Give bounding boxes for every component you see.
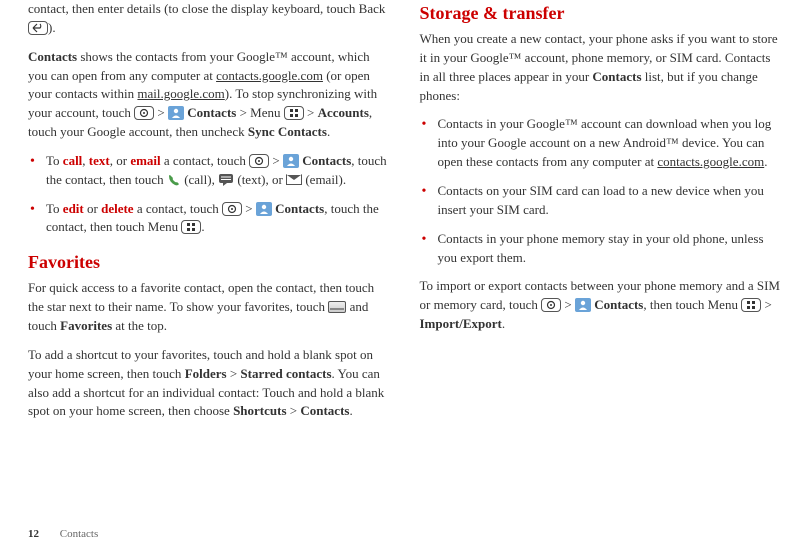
- page-number: 12: [28, 528, 39, 540]
- action-email: email: [130, 153, 160, 168]
- list-item: Contacts in your Google™ account can dow…: [420, 115, 784, 172]
- page-columns: contact, then enter details (to close th…: [28, 0, 783, 500]
- contacts-sync-para: Contacts shows the contacts from your Go…: [28, 48, 392, 142]
- text: contact, then enter details (to close th…: [28, 1, 385, 16]
- contacts-app-icon: [168, 106, 184, 120]
- home-key-icon: [134, 106, 154, 120]
- list-item: To call, text, or email a contact, touch…: [28, 152, 392, 190]
- storage-bullets: Contacts in your Google™ account can dow…: [420, 115, 784, 267]
- action-call: call: [63, 153, 83, 168]
- home-key-icon: [541, 298, 561, 312]
- list-item: To edit or delete a contact, touch > Con…: [28, 200, 392, 238]
- home-key-icon: [249, 154, 269, 168]
- text: >: [227, 366, 241, 381]
- menu-key-icon: [741, 298, 761, 312]
- text: >: [287, 403, 301, 418]
- contacts-app-icon: [256, 202, 272, 216]
- contacts-label: Contacts: [300, 403, 349, 418]
- back-key-icon: [28, 21, 48, 35]
- list-item: Contacts in your phone memory stay in yo…: [420, 230, 784, 268]
- contact-actions-list: To call, text, or email a contact, touch…: [28, 152, 392, 237]
- text: To: [46, 201, 63, 216]
- contacts-app-icon: [283, 154, 299, 168]
- home-key-icon: [222, 202, 242, 216]
- text: (email).: [302, 172, 346, 187]
- text: (call),: [181, 172, 218, 187]
- text-icon: [218, 173, 234, 186]
- contacts-app-icon: [575, 298, 591, 312]
- contacts-label: Contacts: [272, 201, 324, 216]
- starred-contacts-label: Starred contacts: [240, 366, 331, 381]
- shortcuts-label: Shortcuts: [233, 403, 286, 418]
- right-column: Storage & transfer When you create a new…: [420, 0, 784, 500]
- contacts-label: Contacts: [591, 297, 643, 312]
- email-icon: [286, 174, 302, 185]
- import-export-para: To import or export contacts between you…: [420, 277, 784, 334]
- contacts-google-link[interactable]: contacts.google.com: [657, 154, 764, 169]
- text: .: [201, 219, 204, 234]
- text: a contact, touch: [161, 153, 249, 168]
- contacts-label: Contacts: [592, 69, 641, 84]
- favorites-para-1: For quick access to a favorite contact, …: [28, 279, 392, 336]
- text: For quick access to a favorite contact, …: [28, 280, 374, 314]
- left-column: contact, then enter details (to close th…: [28, 0, 392, 500]
- text: >: [561, 297, 575, 312]
- text: ).: [48, 20, 56, 35]
- action-text: text: [89, 153, 110, 168]
- intro-para-continued: contact, then enter details (to close th…: [28, 0, 392, 38]
- text: at the top.: [112, 318, 167, 333]
- menu-key-icon: [181, 220, 201, 234]
- text: >: [242, 201, 256, 216]
- folders-label: Folders: [185, 366, 227, 381]
- text: .: [349, 403, 352, 418]
- favorites-para-2: To add a shortcut to your favorites, tou…: [28, 346, 392, 421]
- text: To: [46, 153, 63, 168]
- text: or: [84, 201, 101, 216]
- action-delete: delete: [101, 201, 133, 216]
- favorites-heading: Favorites: [28, 249, 392, 275]
- contacts-google-link[interactable]: contacts.google.com: [216, 68, 323, 83]
- action-edit: edit: [63, 201, 84, 216]
- text: , then touch Menu: [643, 297, 741, 312]
- contacts-label: Contacts: [299, 153, 351, 168]
- contacts-label: Contacts: [28, 49, 77, 64]
- footer-section: Contacts: [60, 528, 99, 540]
- text: .: [764, 154, 767, 169]
- text: .: [502, 316, 505, 331]
- text: .: [327, 124, 330, 139]
- phone-icon: [167, 173, 181, 187]
- text: , or: [110, 153, 131, 168]
- text: >: [304, 105, 318, 120]
- text: >: [154, 105, 168, 120]
- page-footer: 12 Contacts: [28, 527, 98, 543]
- text: > Menu: [236, 105, 283, 120]
- text: >: [761, 297, 772, 312]
- text: a contact, touch: [134, 201, 222, 216]
- mail-google-link[interactable]: mail.google.com: [137, 86, 224, 101]
- storage-heading: Storage & transfer: [420, 0, 784, 26]
- contacts-label: Contacts: [184, 105, 236, 120]
- storage-para-1: When you create a new contact, your phon…: [420, 30, 784, 105]
- dialer-card-icon: [328, 301, 346, 313]
- list-item: Contacts on your SIM card can load to a …: [420, 182, 784, 220]
- import-export-label: Import/Export: [420, 316, 502, 331]
- menu-key-icon: [284, 106, 304, 120]
- favorites-label: Favorites: [60, 318, 112, 333]
- sync-contacts-label: Sync Contacts: [248, 124, 327, 139]
- accounts-label: Accounts: [318, 105, 369, 120]
- text: (text), or: [234, 172, 286, 187]
- text: >: [269, 153, 283, 168]
